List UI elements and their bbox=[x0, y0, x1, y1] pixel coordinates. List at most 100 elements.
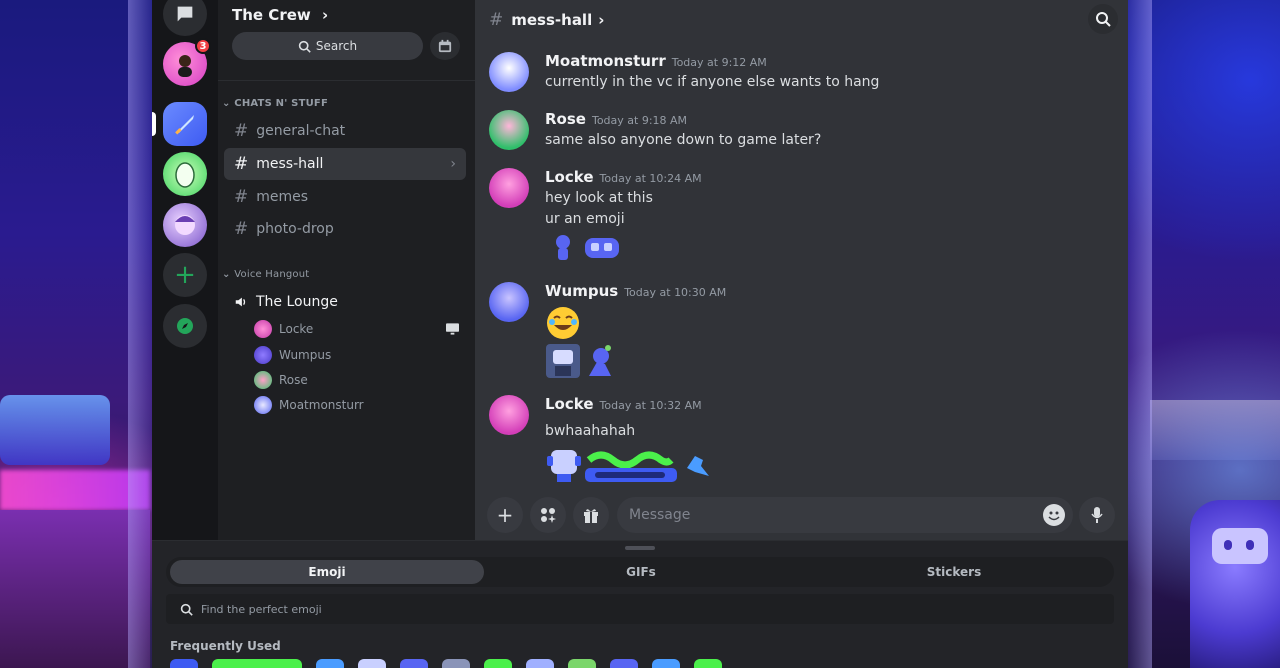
channel-photo-drop[interactable]: # photo-drop bbox=[224, 213, 466, 245]
hash-icon: # bbox=[234, 154, 249, 174]
apps-button[interactable] bbox=[530, 497, 566, 533]
apps-icon bbox=[541, 508, 556, 523]
microphone-icon bbox=[1091, 507, 1103, 523]
message-author[interactable]: Locke Today at 10:24 AM bbox=[545, 168, 702, 186]
server-icon-anime[interactable] bbox=[163, 203, 207, 247]
gift-button[interactable] bbox=[573, 497, 609, 533]
voice-user-locke[interactable]: Locke bbox=[254, 318, 313, 340]
emoji-picker-button[interactable] bbox=[1043, 504, 1065, 526]
plus-icon: + bbox=[496, 503, 514, 527]
avatar-rose[interactable] bbox=[489, 110, 529, 150]
chevron-down-icon: ⌄ bbox=[222, 98, 231, 109]
device-frame-right bbox=[1128, 0, 1152, 668]
voice-channel-label: The Lounge bbox=[256, 294, 338, 310]
voice-user-name: Moatmonsturr bbox=[279, 398, 364, 412]
message-author[interactable]: Moatmonsturr Today at 9:12 AM bbox=[545, 52, 767, 70]
voice-user-name: Rose bbox=[279, 373, 308, 387]
message-composer: + Message bbox=[475, 490, 1128, 540]
search-messages-button[interactable] bbox=[1088, 4, 1118, 34]
add-server-button[interactable]: + bbox=[163, 253, 207, 297]
emoji-reactions-row-icon bbox=[547, 450, 709, 482]
server-name-header[interactable]: The Crew › bbox=[232, 6, 328, 24]
chat-bubble-icon bbox=[177, 6, 193, 22]
chevron-down-icon: ⌄ bbox=[222, 269, 231, 280]
frequently-used-heading: Frequently Used bbox=[170, 639, 281, 653]
channel-general-chat[interactable]: # general-chat bbox=[224, 115, 466, 147]
device-frame-left bbox=[128, 0, 152, 668]
voice-channel-the-lounge[interactable]: The Lounge bbox=[224, 286, 466, 318]
avatar bbox=[254, 396, 272, 414]
search-button[interactable]: Search bbox=[232, 32, 423, 60]
discover-button[interactable] bbox=[163, 304, 207, 348]
events-button[interactable] bbox=[430, 32, 460, 60]
calendar-icon bbox=[438, 39, 452, 53]
search-icon bbox=[180, 603, 193, 616]
emoji-item[interactable] bbox=[568, 659, 596, 668]
attach-button[interactable]: + bbox=[487, 497, 523, 533]
emoji-item[interactable] bbox=[400, 659, 428, 668]
message-text: ur an emoji bbox=[545, 211, 625, 227]
chevron-right-icon: › bbox=[450, 156, 456, 172]
drawer-drag-handle[interactable] bbox=[625, 546, 655, 550]
channel-label: memes bbox=[256, 189, 309, 205]
voice-message-button[interactable] bbox=[1079, 497, 1115, 533]
channel-mess-hall[interactable]: # mess-hall › bbox=[224, 148, 466, 180]
direct-messages-button[interactable] bbox=[163, 0, 207, 36]
emoji-item[interactable] bbox=[358, 659, 386, 668]
emoji-item[interactable] bbox=[442, 659, 470, 668]
tab-stickers[interactable]: Stickers bbox=[798, 560, 1110, 584]
emoji-item[interactable] bbox=[170, 659, 198, 668]
voice-user-moatmonsturr[interactable]: Moatmonsturr bbox=[254, 394, 364, 416]
avatar-anime-icon bbox=[175, 215, 195, 235]
avatar bbox=[254, 371, 272, 389]
channel-memes[interactable]: # memes bbox=[224, 181, 466, 213]
emoji-drawer-tabs: Emoji GIFs Stickers bbox=[166, 557, 1114, 587]
avatar bbox=[254, 320, 272, 338]
search-icon bbox=[1096, 12, 1111, 27]
robot-stickers-icon bbox=[546, 344, 611, 378]
tab-gifs[interactable]: GIFs bbox=[484, 560, 798, 584]
voice-user-rose[interactable]: Rose bbox=[254, 369, 308, 391]
avatar-wumpus[interactable] bbox=[489, 282, 529, 322]
category-text-channels[interactable]: ⌄ CHATS N' STUFF bbox=[222, 98, 328, 109]
server-icon-egg[interactable] bbox=[163, 152, 207, 196]
screen-share-icon bbox=[446, 323, 459, 335]
emoji-item[interactable] bbox=[212, 659, 302, 668]
voice-user-wumpus[interactable]: Wumpus bbox=[254, 344, 331, 366]
discord-app: 3 + The Crew › Search ⌄ CHATS N' STUFF #… bbox=[152, 0, 1128, 668]
message-timestamp: Today at 10:32 AM bbox=[599, 399, 702, 412]
category-label: CHATS N' STUFF bbox=[234, 98, 328, 109]
message-author[interactable]: Rose Today at 9:18 AM bbox=[545, 110, 687, 128]
message-input[interactable]: Message bbox=[617, 497, 1073, 533]
unread-badge: 3 bbox=[195, 38, 211, 54]
channel-header[interactable]: # mess-hall › bbox=[475, 0, 1128, 40]
emoji-search-input[interactable]: Find the perfect emoji bbox=[166, 594, 1114, 624]
search-icon bbox=[298, 40, 311, 53]
emoji-item[interactable] bbox=[526, 659, 554, 668]
message-timestamp: Today at 9:12 AM bbox=[671, 56, 767, 69]
server-icon-locke[interactable]: 3 bbox=[163, 38, 211, 86]
category-voice-hangout[interactable]: ⌄ Voice Hangout bbox=[222, 269, 309, 280]
message-text: bwhaahahah bbox=[545, 423, 636, 439]
emoji-item[interactable] bbox=[484, 659, 512, 668]
emoji-item[interactable] bbox=[610, 659, 638, 668]
speaker-icon bbox=[235, 297, 246, 307]
server-name: The Crew bbox=[232, 6, 311, 24]
message-input-placeholder: Message bbox=[629, 507, 691, 523]
avatar-locke[interactable] bbox=[489, 395, 529, 435]
message-timestamp: Today at 10:24 AM bbox=[599, 172, 702, 185]
background-discord-sign bbox=[0, 395, 110, 465]
server-icon-the-crew[interactable] bbox=[163, 102, 207, 146]
emoji-item[interactable] bbox=[652, 659, 680, 668]
compass-icon bbox=[177, 318, 193, 334]
message-author[interactable]: Locke Today at 10:32 AM bbox=[545, 395, 702, 413]
channel-label: general-chat bbox=[256, 123, 346, 139]
message-author[interactable]: Wumpus Today at 10:30 AM bbox=[545, 282, 726, 300]
avatar-locke[interactable] bbox=[489, 168, 529, 208]
emoji-drawer: Emoji GIFs Stickers Find the perfect emo… bbox=[152, 540, 1128, 668]
emoji-item[interactable] bbox=[316, 659, 344, 668]
tab-emoji[interactable]: Emoji bbox=[170, 560, 484, 584]
avatar-moatmonsturr[interactable] bbox=[489, 52, 529, 92]
plus-icon: + bbox=[174, 260, 196, 290]
emoji-item[interactable] bbox=[694, 659, 722, 668]
